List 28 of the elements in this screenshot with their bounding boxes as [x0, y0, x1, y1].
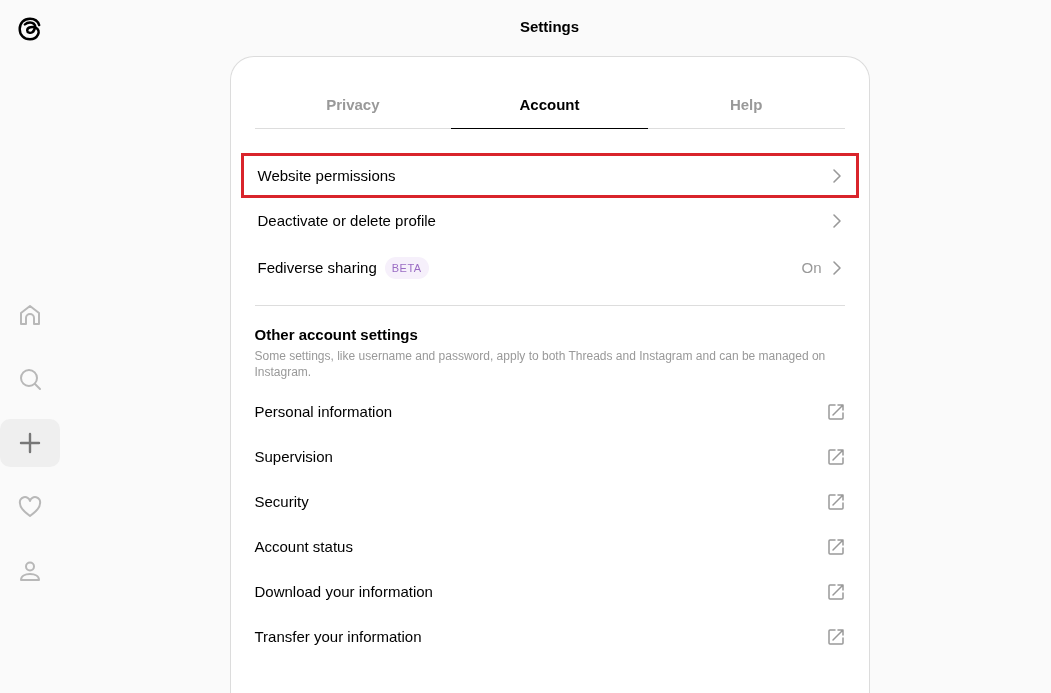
- settings-link[interactable]: Personal information: [254, 389, 845, 434]
- settings-link[interactable]: Supervision: [254, 434, 845, 479]
- settings-link[interactable]: Security: [254, 479, 845, 524]
- tab[interactable]: Account: [451, 81, 648, 129]
- settings-link[interactable]: Transfer your information: [254, 614, 845, 659]
- chevron-right-icon: [831, 212, 842, 229]
- settings-link[interactable]: Account status: [254, 524, 845, 569]
- heart-icon: [17, 494, 43, 520]
- page-title: Settings: [519, 18, 580, 35]
- settings-row[interactable]: Website permissions: [240, 153, 859, 198]
- settings-row[interactable]: Fediverse sharing BETA On: [240, 243, 859, 292]
- chevron-right-icon: [831, 259, 842, 276]
- plus-icon: [17, 430, 43, 456]
- external-link-icon: [826, 492, 845, 511]
- settings-link[interactable]: Download your information: [254, 569, 845, 614]
- chevron-right-icon: [831, 167, 842, 184]
- settings-row[interactable]: Deactivate or delete profile: [240, 198, 859, 243]
- create-nav-button[interactable]: [0, 419, 60, 467]
- external-link-icon: [826, 447, 845, 466]
- beta-badge: BETA: [384, 256, 429, 279]
- external-link-icon: [826, 402, 845, 421]
- external-link-icon: [826, 627, 845, 646]
- section-description: Some settings, like username and password, apply to both Threads and Instagram and can be managed on Instagram.: [254, 348, 827, 380]
- house-icon: [17, 302, 43, 328]
- search-icon: [17, 366, 43, 392]
- external-link-icon: [826, 537, 845, 556]
- section-title: Other account settings: [254, 326, 419, 343]
- external-link-icon: [826, 582, 845, 601]
